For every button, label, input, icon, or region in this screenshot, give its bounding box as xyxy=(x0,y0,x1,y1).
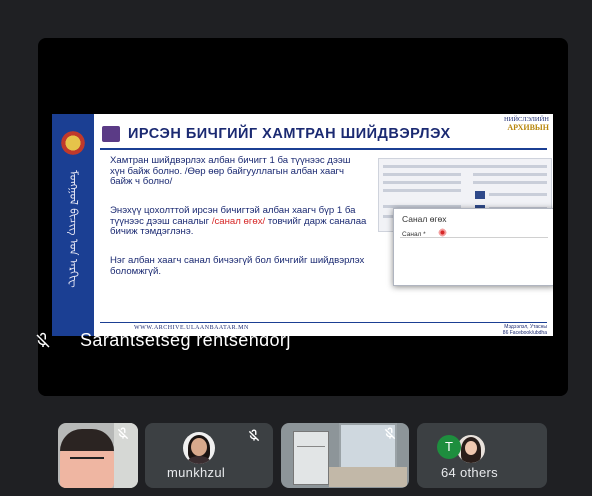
participant-tile-1[interactable] xyxy=(58,423,138,488)
mic-off-icon xyxy=(36,332,50,348)
slide-paragraph-2: Энэхүү цохолттой ирсэн бичигтэй албан ха… xyxy=(110,205,368,238)
participant-name: munkhzul xyxy=(167,465,226,480)
slide-title-icon xyxy=(102,126,120,142)
others-tile[interactable]: T 64 others xyxy=(417,423,547,488)
soyombo-emblem-icon xyxy=(58,128,88,158)
slide-paragraph-1: Хамтран шийдвэрлэх албан бичигт 1 ба түү… xyxy=(110,155,351,187)
footer-info-line-2: 86 Facebook/ubdha xyxy=(502,330,547,336)
vote-dialog: Санал өгөх Санал * xyxy=(393,208,553,286)
speaker-caption-bar xyxy=(38,354,568,396)
mic-off-icon xyxy=(117,427,129,440)
paragraph-2-highlight: /санал өгөх/ xyxy=(211,215,266,227)
archive-logo-text: НИЙСЛЭЛИЙН АРХИВЫН xyxy=(504,116,549,132)
mic-off-icon xyxy=(248,429,260,442)
avatar-t-icon: T xyxy=(437,435,461,459)
slide-divider xyxy=(100,148,547,150)
room-shelf xyxy=(293,431,329,485)
mic-off-icon xyxy=(384,427,396,440)
cursor-highlight-icon xyxy=(438,228,447,237)
logo-line-2: АРХИВЫН xyxy=(507,123,549,132)
avatar-icon xyxy=(183,432,215,464)
slide-footer-info: Мэдээлэл, Утасны 86 Facebook/ubdha xyxy=(503,324,547,336)
others-count: 64 others xyxy=(441,465,498,480)
slide-footer-rule xyxy=(100,322,547,323)
vote-dialog-title: Санал өгөх xyxy=(402,214,447,224)
vote-textarea xyxy=(400,237,548,280)
participant-video xyxy=(60,429,114,488)
presentation-slide: ᠮᠣᠩᠭᠣᠯ ᠪᠢᠴᠢᠭ ᠤᠨ ᠠᠷᠬᠢᠸ ИРСЭН БИЧГИЙГ ХАМТ… xyxy=(52,114,553,336)
speaker-name: Sarantsetseg rentsendorj xyxy=(80,330,291,350)
slide-paragraph-3: Нэг албан хаагч санал бичээгүй бол бичги… xyxy=(110,255,365,277)
participant-tile-2[interactable]: munkhzul xyxy=(145,423,273,488)
slide-title: ИРСЭН БИЧГИЙГ ХАМТРАН ШИЙДВЭРЛЭХ xyxy=(128,126,451,142)
participant-tile-3[interactable] xyxy=(281,423,409,488)
slide-side-banner: ᠮᠣᠩᠭᠣᠯ ᠪᠢᠴᠢᠭ ᠤᠨ ᠠᠷᠬᠢᠸ xyxy=(52,114,94,336)
room-desk xyxy=(329,467,407,487)
mongolian-script-text: ᠮᠣᠩᠭᠣᠯ ᠪᠢᠴᠢᠭ ᠤᠨ ᠠᠷᠬᠢᠸ xyxy=(67,170,80,288)
